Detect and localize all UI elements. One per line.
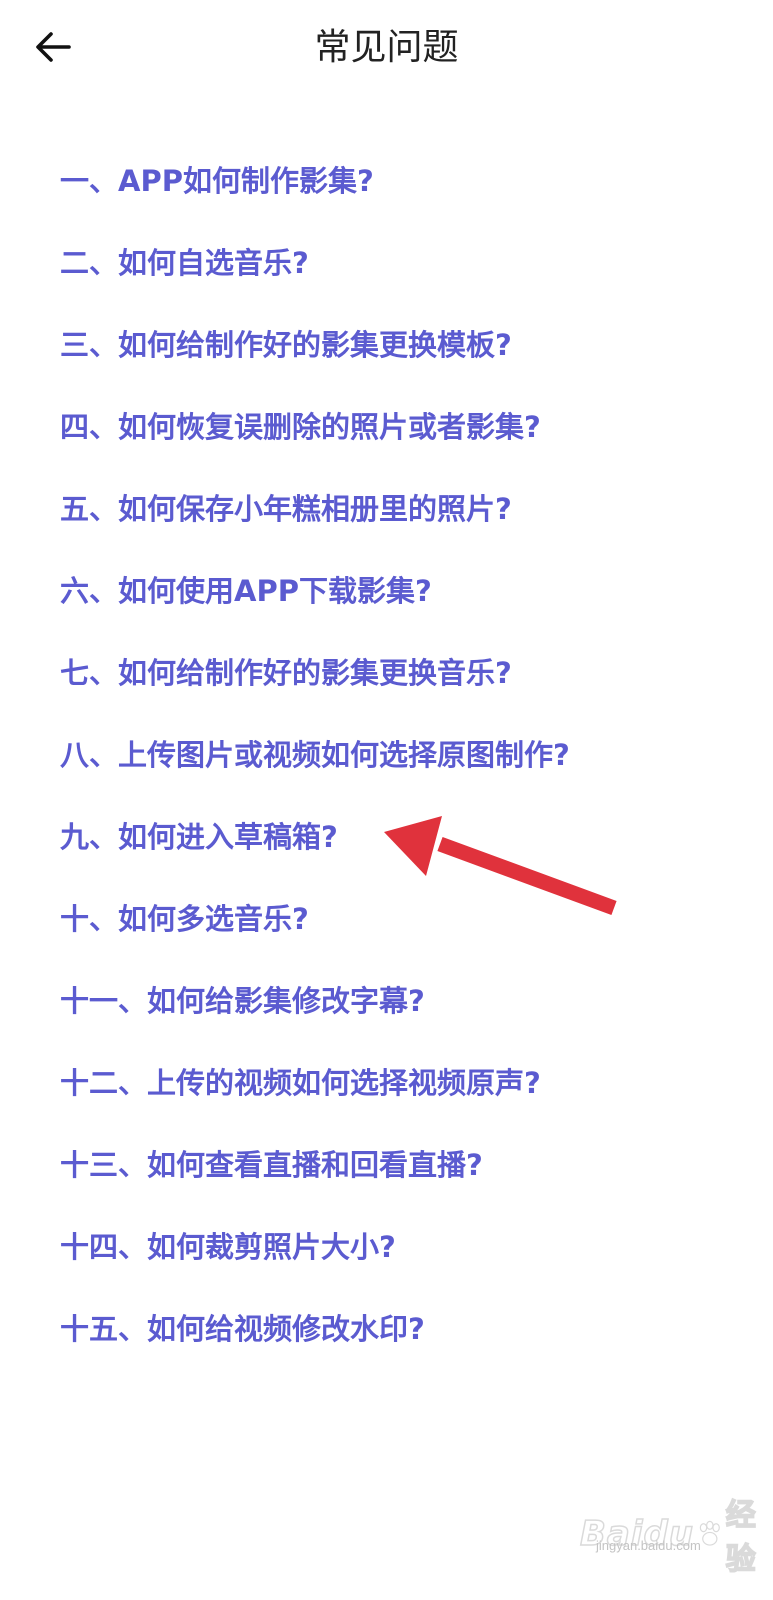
faq-item[interactable]: 六、如何使用APP下载影集? [60, 565, 570, 647]
faq-item[interactable]: 四、如何恢复误删除的照片或者影集? [60, 401, 570, 483]
faq-item[interactable]: 十二、上传的视频如何选择视频原声? [60, 1057, 570, 1139]
baidu-jingyan-watermark: Baidu 经验 [579, 1490, 773, 1578]
watermark-cn: 经验 [725, 1497, 757, 1578]
faq-item[interactable]: 七、如何给制作好的影集更换音乐? [60, 647, 570, 729]
faq-item[interactable]: 十四、如何裁剪照片大小? [60, 1221, 570, 1303]
faq-item[interactable]: 八、上传图片或视频如何选择原图制作? [60, 729, 570, 811]
page-title: 常见问题 [314, 27, 459, 68]
watermark-url: jingyan.baidu.com [596, 1538, 701, 1553]
faq-item[interactable]: 三、如何给制作好的影集更换模板? [60, 319, 570, 401]
paw-icon [699, 1520, 720, 1546]
faq-item[interactable]: 一、APP如何制作影集? [60, 155, 570, 237]
faq-item[interactable]: 五、如何保存小年糕相册里的照片? [60, 483, 570, 565]
faq-item[interactable]: 十三、如何查看直播和回看直播? [60, 1139, 570, 1221]
red-pointer-arrow-icon [384, 816, 617, 916]
top-bar: 常见问题 [0, 0, 773, 96]
faq-item[interactable]: 十一、如何给影集修改字幕? [60, 975, 570, 1057]
faq-item[interactable]: 二、如何自选音乐? [60, 237, 570, 319]
faq-list: 一、APP如何制作影集? 二、如何自选音乐? 三、如何给制作好的影集更换模板? … [60, 155, 570, 1385]
faq-item[interactable]: 十五、如何给视频修改水印? [60, 1303, 570, 1385]
